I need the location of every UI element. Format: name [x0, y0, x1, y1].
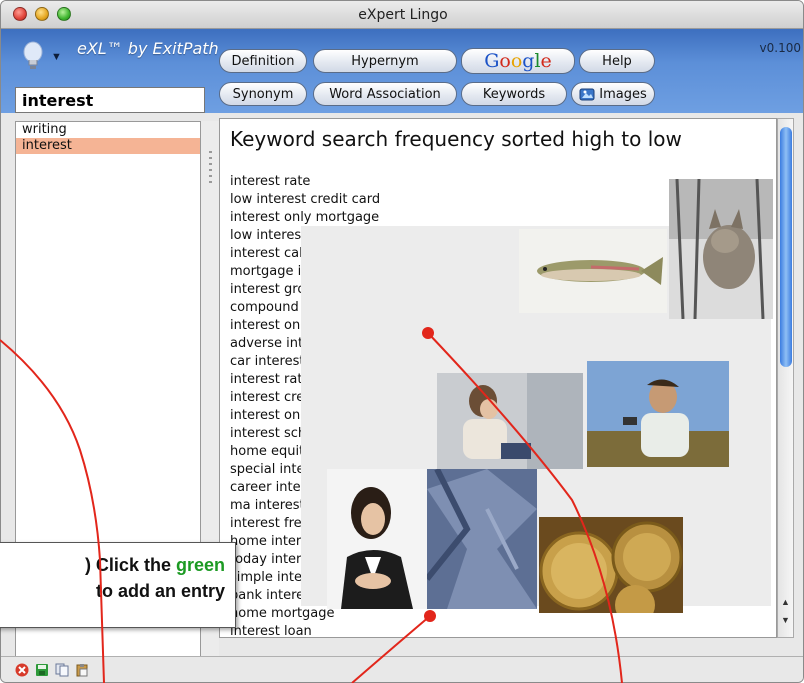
list-item-interest[interactable]: interest	[16, 138, 200, 154]
status-bar	[1, 656, 803, 682]
title-bar: eXpert Lingo	[1, 1, 803, 29]
results-heading: Keyword search frequency sorted high to …	[230, 127, 682, 151]
images-icon	[579, 88, 595, 101]
brand-logo: eXL™ by ExitPath	[77, 39, 219, 58]
blue-fabric-photo[interactable]	[427, 469, 537, 609]
window-title: eXpert Lingo	[358, 7, 448, 23]
synonym-button[interactable]: Synonym	[219, 82, 307, 106]
images-button[interactable]: Images	[571, 82, 655, 106]
tutorial-callout: ) Click the green to add an entry	[0, 542, 236, 628]
callout-line2: to add an entry	[95, 581, 225, 601]
businesswoman-photo[interactable]	[327, 469, 427, 609]
chevron-down-icon[interactable]: ▼	[51, 51, 62, 63]
scroll-thumb[interactable]	[780, 127, 792, 367]
definition-button[interactable]: Definition	[219, 49, 307, 73]
copy-icon[interactable]	[55, 663, 69, 677]
man-with-phone-photo[interactable]	[587, 361, 729, 467]
keyword-item[interactable]: interest loan	[230, 623, 428, 637]
coyote-photo[interactable]	[669, 179, 773, 319]
scroll-down-arrow-icon[interactable]: ▼	[781, 615, 790, 625]
scroll-up-arrow-icon[interactable]: ▲	[781, 597, 790, 607]
list-item-writing[interactable]: writing	[16, 122, 200, 138]
google-button[interactable]: Google	[461, 48, 575, 74]
search-input[interactable]: interest	[15, 87, 205, 113]
keywords-button[interactable]: Keywords	[461, 82, 567, 106]
paste-icon[interactable]	[75, 663, 89, 677]
trout-photo[interactable]	[519, 229, 667, 313]
word-association-button[interactable]: Word Association	[313, 82, 457, 106]
vertical-scrollbar[interactable]: ▲ ▼	[777, 118, 794, 638]
save-icon[interactable]	[35, 663, 49, 677]
coins-photo[interactable]	[539, 517, 683, 613]
woman-sitting-photo[interactable]	[437, 373, 583, 469]
keyword-item[interactable]: interest rate	[230, 173, 428, 191]
delete-icon[interactable]	[15, 663, 29, 677]
help-button[interactable]: Help	[579, 49, 655, 73]
keyword-item[interactable]: interest only mortgage	[230, 209, 428, 227]
callout-line1: ) Click the green	[84, 555, 225, 575]
lightbulb-icon[interactable]	[21, 41, 45, 71]
keyword-item[interactable]: low interest credit card	[230, 191, 428, 209]
grip-handle-icon[interactable]	[209, 151, 212, 187]
hypernym-button[interactable]: Hypernym	[313, 49, 457, 73]
version-label: v0.100	[759, 41, 801, 55]
